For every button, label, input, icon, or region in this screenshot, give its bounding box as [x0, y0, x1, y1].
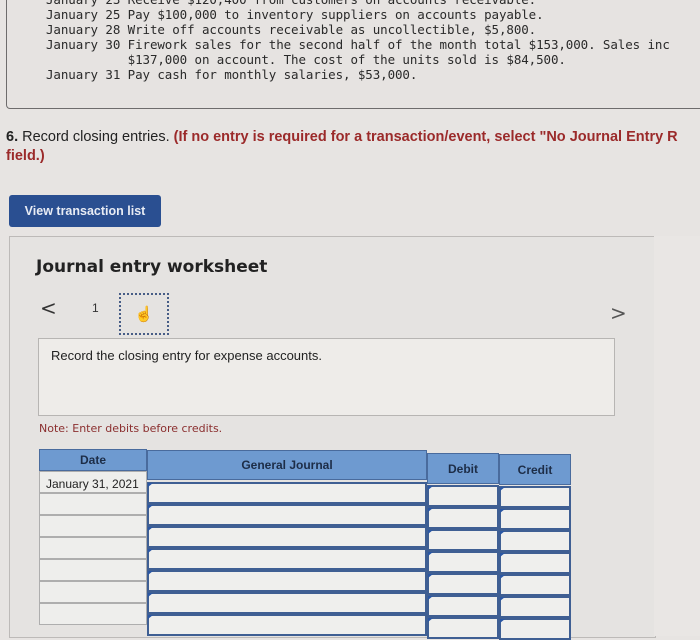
prev-page-button[interactable]: <: [40, 296, 57, 320]
account-input[interactable]: [147, 526, 427, 548]
debit-input[interactable]: [427, 617, 499, 639]
account-input[interactable]: [147, 614, 427, 636]
debit-input[interactable]: [427, 529, 499, 551]
credit-input[interactable]: [499, 530, 571, 552]
question-instruction-cont: field.): [6, 148, 45, 164]
credit-input[interactable]: [499, 552, 571, 574]
account-input[interactable]: [147, 504, 427, 526]
page-1-tab[interactable]: 1: [92, 301, 99, 315]
date-cell: [39, 559, 147, 581]
account-input[interactable]: [147, 548, 427, 570]
question-text: Record closing entries.: [18, 129, 174, 145]
credit-input[interactable]: [499, 596, 571, 618]
date-cell: [39, 537, 147, 559]
debit-input[interactable]: [427, 485, 499, 507]
question-instruction: (If no entry is required for a transacti…: [173, 129, 678, 145]
transaction-line: January 23 Receive $120,400 from custome…: [46, 0, 536, 7]
account-input[interactable]: [147, 592, 427, 614]
page-margin: [654, 236, 700, 636]
transaction-line: January 30 Firework sales for the second…: [46, 37, 670, 52]
column-header-credit: Credit: [499, 454, 571, 485]
chevron-right-icon: >: [610, 301, 627, 325]
debit-input[interactable]: [427, 507, 499, 529]
transaction-line: January 28 Write off accounts receivable…: [46, 22, 537, 37]
transaction-line: $137,000 on account. The cost of the uni…: [46, 52, 566, 67]
date-cell: [39, 493, 147, 515]
question-prompt: 6. Record closing entries. (If no entry …: [6, 128, 700, 166]
transaction-line: January 31 Pay cash for monthly salaries…: [46, 67, 418, 82]
chevron-left-icon: <: [40, 296, 57, 320]
hand-pointer-icon: ☝: [134, 306, 154, 323]
column-header-date: Date: [39, 449, 147, 471]
entry-instruction: Record the closing entry for expense acc…: [51, 348, 322, 363]
debits-note: Note: Enter debits before credits.: [39, 422, 223, 435]
account-input[interactable]: [147, 570, 427, 592]
worksheet-title: Journal entry worksheet: [36, 257, 268, 277]
debit-input[interactable]: [427, 595, 499, 617]
debit-input[interactable]: [427, 551, 499, 573]
credit-input[interactable]: [499, 618, 571, 640]
credit-input[interactable]: [499, 574, 571, 596]
column-header-debit: Debit: [427, 453, 499, 484]
credit-input[interactable]: [499, 508, 571, 530]
date-cell: [39, 603, 147, 625]
date-cell: [39, 515, 147, 537]
next-page-button[interactable]: >: [610, 301, 627, 325]
question-number: 6.: [6, 129, 19, 145]
transaction-line: January 25 Pay $100,000 to inventory sup…: [46, 7, 544, 22]
date-cell: January 31, 2021: [39, 471, 147, 493]
account-input[interactable]: [147, 482, 427, 504]
credit-input[interactable]: [499, 486, 571, 508]
date-cell: [39, 581, 147, 603]
current-page-tab[interactable]: ☝: [119, 293, 169, 335]
view-transaction-list-button[interactable]: View transaction list: [9, 195, 161, 227]
debit-input[interactable]: [427, 573, 499, 595]
column-header-general-journal: General Journal: [147, 450, 427, 480]
